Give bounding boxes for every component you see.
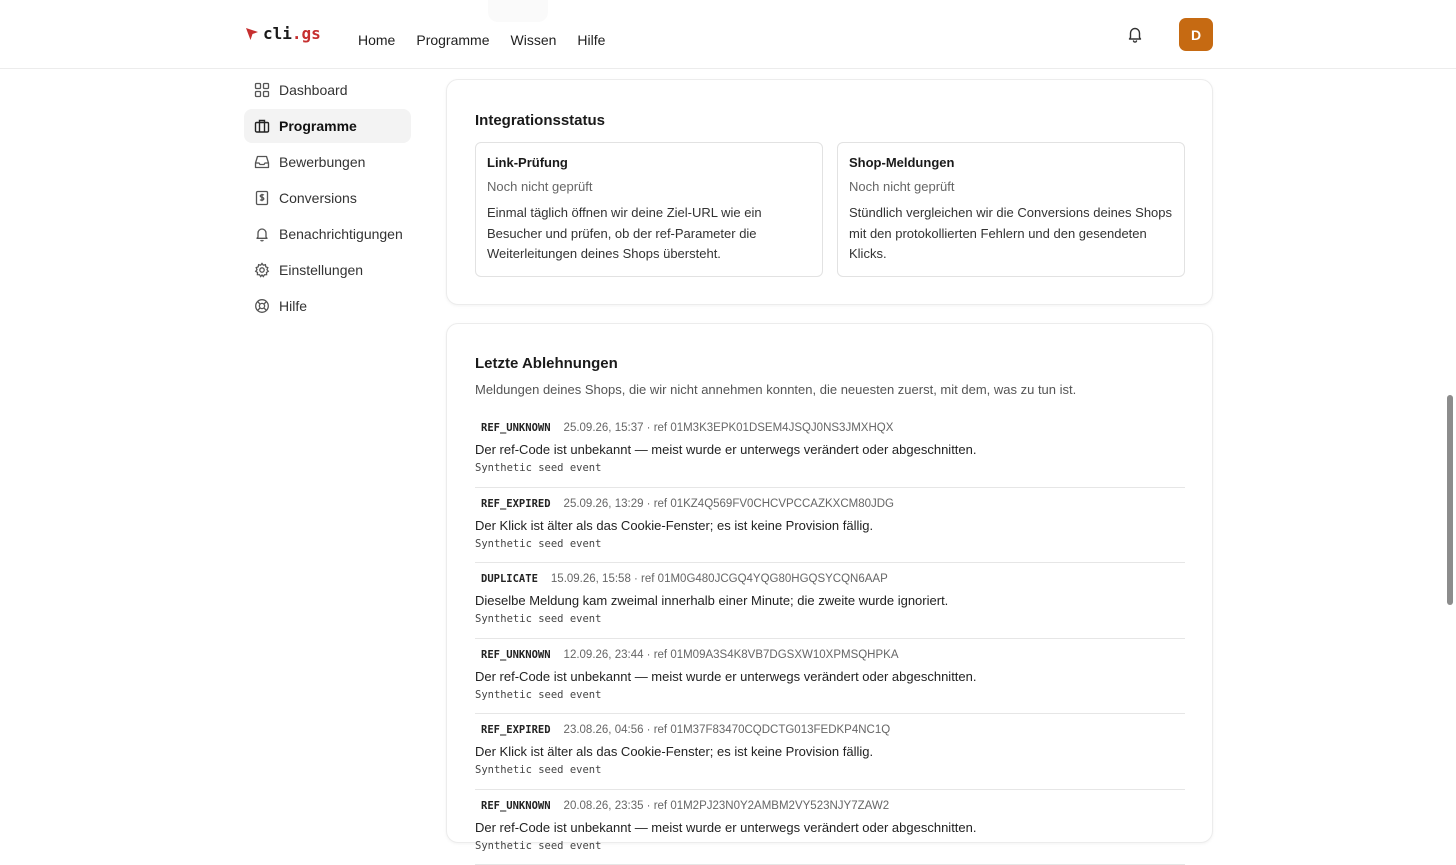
rejection-note: Synthetic seed event	[475, 613, 1185, 625]
notification-bell-icon[interactable]	[1125, 24, 1145, 44]
sidebar-item-einstellungen[interactable]: Einstellungen	[244, 253, 411, 287]
rejection-item[interactable]: REF_UNKNOWN 20.08.26, 23:35 · ref 01M2PJ2…	[475, 790, 1185, 865]
logo[interactable]: cli.gs	[245, 24, 321, 43]
rejection-timestamp: 23.08.26, 04:56 · ref 01M37F83470CQDCTG0…	[564, 724, 891, 736]
rejection-message: Der ref-Code ist unbekannt — meist wurde…	[475, 442, 1185, 460]
lifebuoy-icon	[254, 298, 270, 314]
sidebar-item-label: Bewerbungen	[279, 154, 365, 170]
rejection-timestamp: 25.09.26, 13:29 · ref 01KZ4Q569FV0CHCVPC…	[564, 498, 894, 510]
rejection-note: Synthetic seed event	[475, 462, 1185, 474]
rejection-message: Der Klick ist älter als das Cookie-Fenst…	[475, 744, 1185, 762]
rejection-note: Synthetic seed event	[475, 764, 1185, 776]
recent-rejections-title: Letzte Ablehnungen	[475, 355, 618, 372]
rejection-timestamp: 20.08.26, 23:35 · ref 01M2PJ23N0Y2AMBM2V…	[564, 800, 890, 812]
integration-status-card: Integrationsstatus Link-Prüfung Noch nic…	[446, 79, 1213, 305]
rejection-code: DUPLICATE	[475, 573, 538, 585]
rejection-timestamp: 25.09.26, 15:37 · ref 01M3K3EPK01DSEM4JS…	[564, 422, 894, 434]
sidebar-item-label: Dashboard	[279, 82, 348, 98]
shop-reports-title: Shop-Meldungen	[849, 155, 1173, 170]
sidebar-item-label: Hilfe	[279, 298, 307, 314]
rejection-timestamp: 15.09.26, 15:58 · ref 01M0G480JCGQ4YQG80…	[551, 573, 888, 585]
nav-wissen[interactable]: Wissen	[511, 32, 557, 48]
sidebar: Dashboard Programme Bewerbungen Conversi…	[244, 73, 411, 325]
recent-rejections-subtitle: Meldungen deines Shops, die wir nicht an…	[475, 382, 1076, 397]
sidebar-item-label: Programme	[279, 118, 357, 134]
rejection-message: Der Klick ist älter als das Cookie-Fenst…	[475, 518, 1185, 536]
sidebar-item-programme[interactable]: Programme	[244, 109, 411, 143]
integration-status-title: Integrationsstatus	[475, 112, 605, 129]
bell-icon	[254, 226, 270, 242]
shop-reports-status: Noch nicht geprüft	[849, 179, 1173, 194]
sidebar-item-benachrichtigungen[interactable]: Benachrichtigungen	[244, 217, 411, 251]
logo-tld: .gs	[292, 24, 321, 43]
link-check-description: Einmal täglich öffnen wir deine Ziel-URL…	[487, 203, 811, 265]
user-avatar[interactable]: D	[1179, 18, 1213, 51]
rejection-message: Dieselbe Meldung kam zweimal innerhalb e…	[475, 593, 1185, 611]
rejection-message: Der ref-Code ist unbekannt — meist wurde…	[475, 669, 1185, 687]
link-check-box: Link-Prüfung Noch nicht geprüft Einmal t…	[475, 142, 823, 277]
rejection-message: Der ref-Code ist unbekannt — meist wurde…	[475, 820, 1185, 838]
sidebar-item-hilfe[interactable]: Hilfe	[244, 289, 411, 323]
sidebar-item-label: Benachrichtigungen	[279, 226, 403, 242]
rejection-code: REF_UNKNOWN	[475, 649, 551, 661]
rejection-timestamp: 12.09.26, 23:44 · ref 01M09A3S4K8VB7DGSX…	[564, 649, 899, 661]
sidebar-item-conversions[interactable]: Conversions	[244, 181, 411, 215]
gear-icon	[254, 262, 270, 278]
rejection-note: Synthetic seed event	[475, 538, 1185, 550]
rejection-item[interactable]: REF_UNKNOWN 12.09.26, 23:44 · ref 01M09A3…	[475, 639, 1185, 715]
shop-reports-box: Shop-Meldungen Noch nicht geprüft Stündl…	[837, 142, 1185, 277]
page-scrollbar[interactable]	[1447, 395, 1453, 605]
rejection-note: Synthetic seed event	[475, 689, 1185, 701]
link-check-title: Link-Prüfung	[487, 155, 811, 170]
rejection-code: REF_UNKNOWN	[475, 800, 551, 812]
receipt-icon	[254, 190, 270, 206]
link-check-status: Noch nicht geprüft	[487, 179, 811, 194]
rejection-item[interactable]: REF_UNKNOWN 25.09.26, 15:37 · ref 01M3K3E…	[475, 412, 1185, 488]
sidebar-item-dashboard[interactable]: Dashboard	[244, 73, 411, 107]
rejection-item[interactable]: REF_EXPIRED 23.08.26, 04:56 · ref 01M37F8…	[475, 714, 1185, 790]
sidebar-item-label: Einstellungen	[279, 262, 363, 278]
grid-icon	[254, 82, 270, 98]
rejection-code: REF_EXPIRED	[475, 724, 551, 736]
recent-rejections-card: Letzte Ablehnungen Meldungen deines Shop…	[446, 323, 1213, 843]
rejection-item[interactable]: REF_EXPIRED 25.09.26, 13:29 · ref 01KZ4Q5…	[475, 488, 1185, 564]
nav-hilfe[interactable]: Hilfe	[577, 32, 605, 48]
cursor-arrow-icon	[245, 27, 259, 41]
shop-reports-description: Stündlich vergleichen wir die Conversion…	[849, 203, 1173, 265]
briefcase-icon	[254, 118, 270, 134]
rejection-note: Synthetic seed event	[475, 840, 1185, 852]
main-nav: Home Programme Wissen Hilfe	[358, 32, 605, 48]
top-bar: cli.gs Home Programme Wissen Hilfe D	[0, 0, 1456, 69]
inbox-icon	[254, 154, 270, 170]
collapsed-panel-tab	[488, 0, 548, 22]
sidebar-item-label: Conversions	[279, 190, 357, 206]
sidebar-item-bewerbungen[interactable]: Bewerbungen	[244, 145, 411, 179]
nav-programme[interactable]: Programme	[416, 32, 489, 48]
rejection-code: REF_UNKNOWN	[475, 422, 551, 434]
logo-prefix: cli	[263, 24, 292, 43]
rejection-item[interactable]: DUPLICATE 15.09.26, 15:58 · ref 01M0G480J…	[475, 563, 1185, 639]
rejection-code: REF_EXPIRED	[475, 498, 551, 510]
rejection-list: REF_UNKNOWN 25.09.26, 15:37 · ref 01M3K3E…	[475, 412, 1185, 865]
nav-home[interactable]: Home	[358, 32, 395, 48]
